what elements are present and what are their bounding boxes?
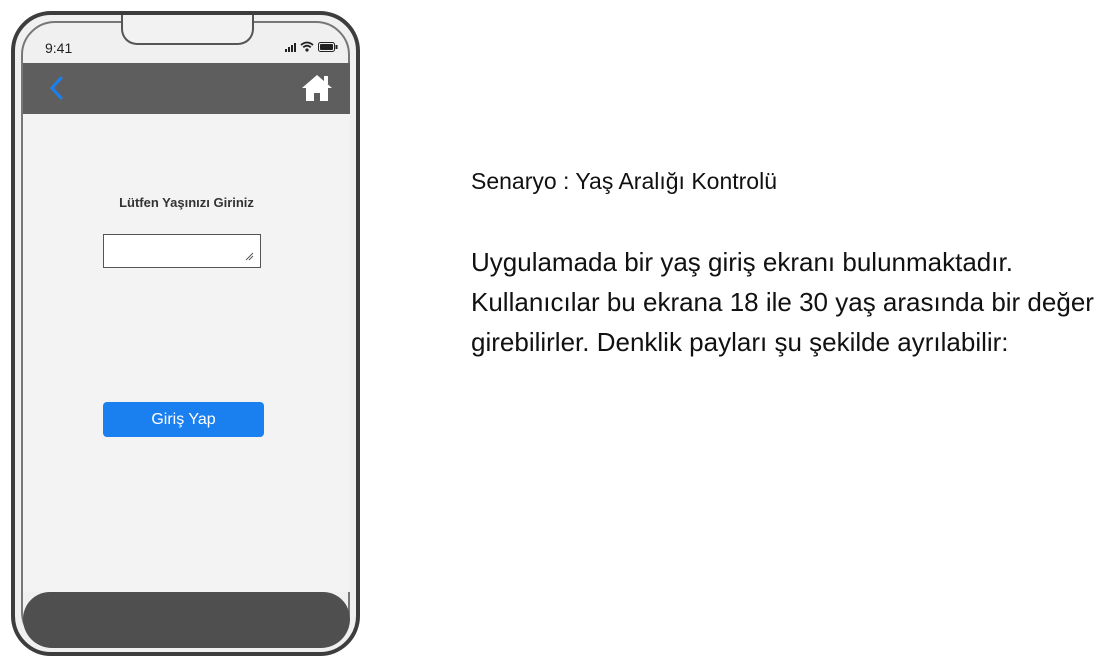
login-button[interactable]: Giriş Yap bbox=[103, 402, 264, 437]
age-input[interactable] bbox=[103, 234, 261, 268]
phone-notch bbox=[121, 15, 254, 45]
age-prompt-label: Lütfen Yaşınızı Giriniz bbox=[119, 195, 254, 210]
scenario-title: Senaryo : Yaş Aralığı Kontrolü bbox=[471, 168, 777, 194]
resize-grip-icon bbox=[245, 252, 254, 261]
battery-icon bbox=[318, 42, 338, 52]
bottom-bar bbox=[23, 592, 350, 648]
status-time: 9:41 bbox=[45, 40, 73, 56]
app-screen: Lütfen Yaşınızı Giriniz Giriş Yap bbox=[23, 114, 350, 592]
phone-mockup: 9:41 Lütfen Yaşınızı Giriniz Giriş Yap bbox=[11, 11, 360, 656]
status-icons bbox=[285, 41, 338, 52]
wifi-icon bbox=[300, 41, 314, 52]
home-icon[interactable] bbox=[300, 73, 334, 103]
app-navbar bbox=[23, 63, 350, 114]
signal-icon bbox=[285, 43, 296, 52]
scenario-description: Uygulamada bir yaş giriş ekranı bulunmak… bbox=[471, 247, 1094, 357]
chevron-left-icon[interactable] bbox=[41, 73, 71, 103]
